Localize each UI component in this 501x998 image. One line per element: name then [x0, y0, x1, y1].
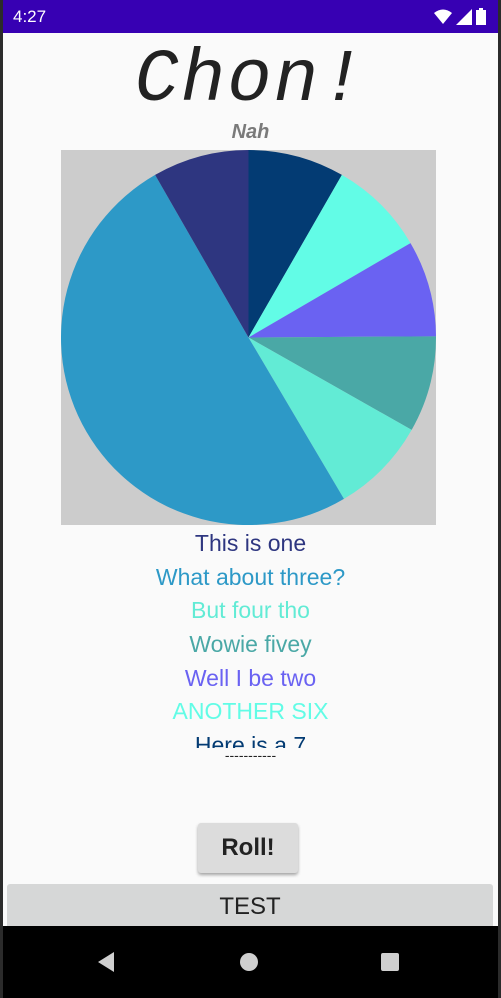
test-button[interactable]: TEST: [7, 884, 493, 929]
back-icon[interactable]: [89, 944, 125, 980]
app-subtitle: Nah: [231, 121, 270, 143]
legend-item: But four tho: [191, 597, 310, 624]
legend-list: This is one What about three? But four tho…: [3, 527, 498, 748]
pie-chart-container: [60, 150, 436, 526]
roll-button[interactable]: Roll!: [198, 823, 298, 873]
status-time: 4:27: [13, 7, 47, 26]
app-title: Chon!: [134, 39, 367, 123]
status-icons: [434, 8, 486, 25]
signal-icon: [456, 8, 472, 25]
legend-item: What about three?: [155, 563, 346, 590]
wifi-icon: [434, 9, 452, 24]
status-bar: 4:27: [3, 0, 498, 33]
battery-icon: [476, 8, 486, 25]
divider-dashes: -----------: [224, 747, 277, 763]
legend-item: Wowie fivey: [189, 631, 312, 658]
home-icon[interactable]: [231, 944, 267, 980]
recents-icon[interactable]: [372, 944, 408, 980]
legend-item: ANOTHER SIX: [172, 698, 329, 725]
legend-item: Well I be two: [184, 664, 317, 691]
navigation-bar: [3, 926, 498, 998]
app-screen: 4:27 Chon! Nah This is one What about thr…: [3, 0, 498, 998]
legend-item: Here is a 7: [194, 732, 307, 748]
legend-item: This is one: [194, 530, 307, 556]
pie-chart: [60, 150, 436, 526]
